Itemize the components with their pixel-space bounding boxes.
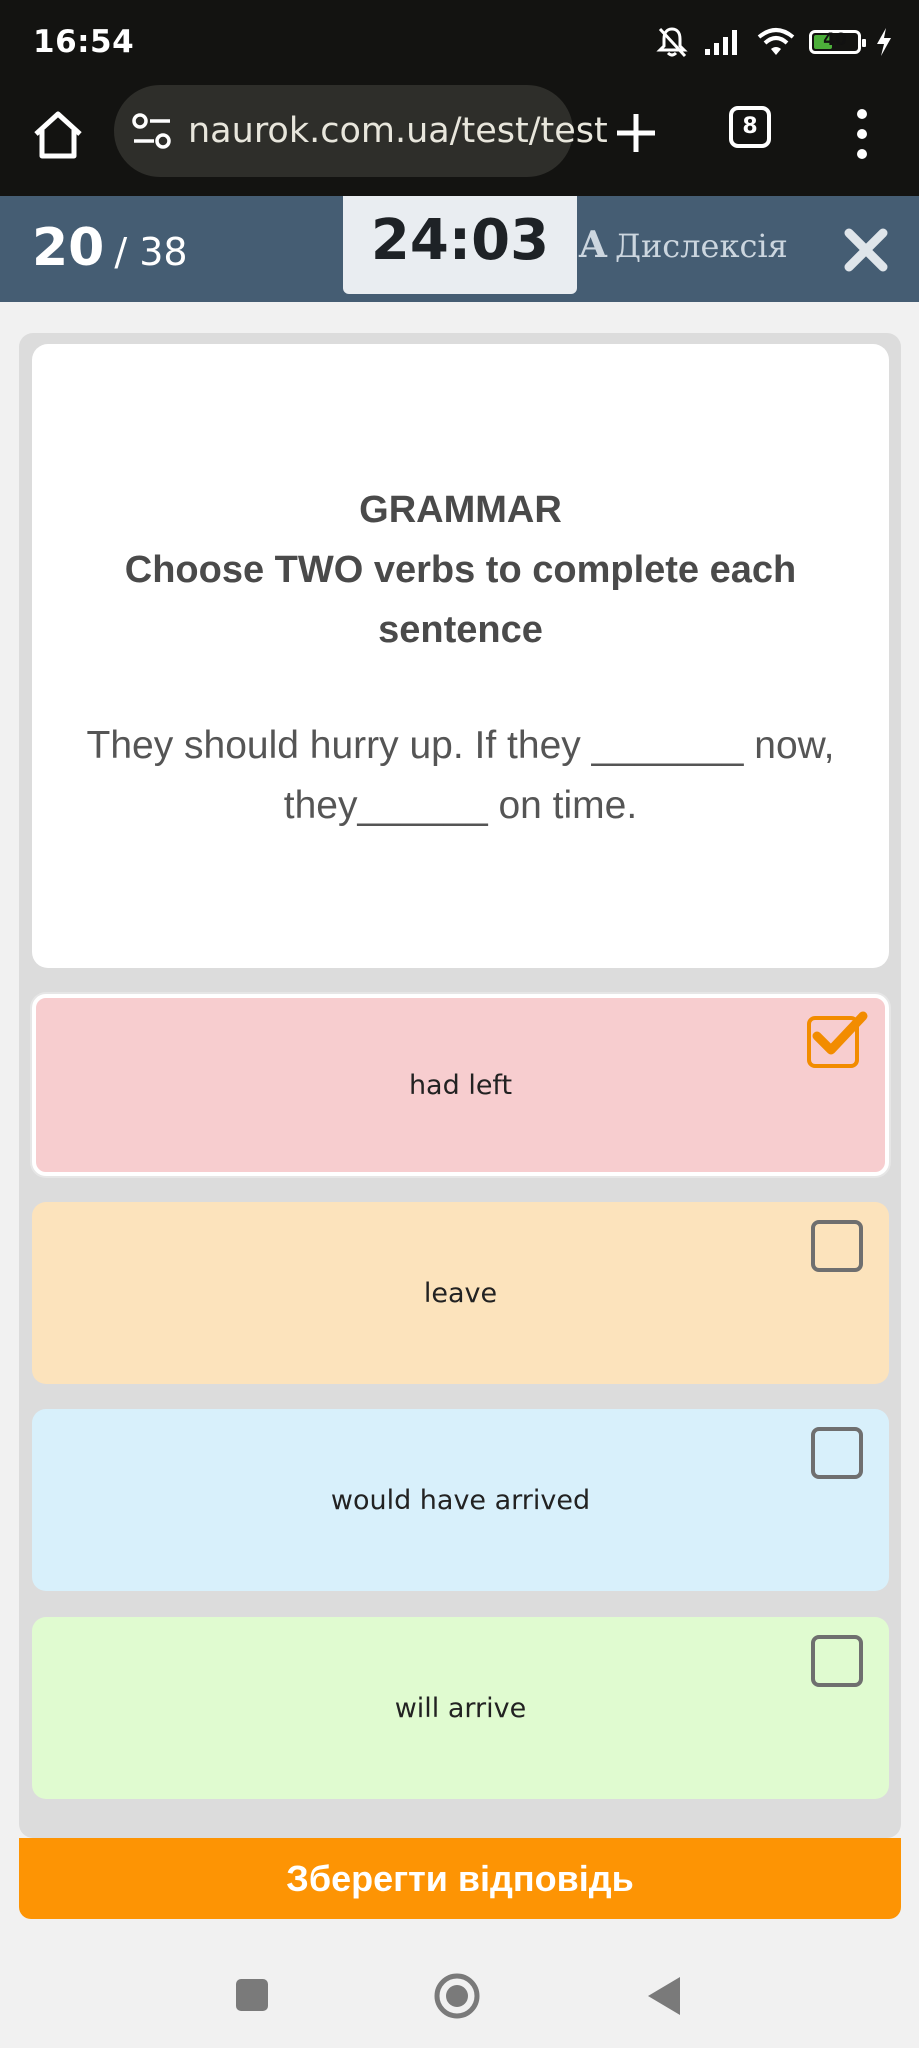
answer-option-will-arrive[interactable]: will arrive (32, 1617, 889, 1799)
battery-percent: 40 (823, 30, 847, 50)
answer-checkbox-checked[interactable] (807, 1011, 868, 1068)
dyslexia-font-icon: A (579, 224, 607, 266)
status-bar: 16:54 40 (0, 0, 919, 82)
status-time: 16:54 (33, 24, 135, 60)
quiz-header: 20/ 38 24:03 A Дислексія (0, 196, 919, 302)
recent-apps-icon[interactable] (234, 1977, 270, 2013)
timer: 24:03 (343, 196, 577, 294)
android-nav-bar (0, 1950, 919, 2048)
site-settings-icon[interactable] (132, 113, 172, 149)
question-heading-line1: GRAMMAR (359, 489, 562, 531)
back-nav-icon[interactable] (644, 1974, 684, 2018)
dyslexia-toggle[interactable]: A Дислексія (579, 224, 788, 266)
answer-checkbox[interactable] (811, 1220, 863, 1272)
status-icons: 40 (655, 24, 893, 60)
home-icon[interactable] (30, 106, 86, 162)
question-card: GRAMMAR Choose TWO verbs to complete eac… (32, 344, 889, 968)
close-icon[interactable] (843, 227, 889, 273)
url-text[interactable]: naurok.com.ua/test/test (188, 111, 608, 151)
mute-icon (656, 27, 688, 58)
question-heading-line2: Choose TWO verbs to complete each senten… (124, 549, 797, 651)
answer-checkbox[interactable] (811, 1635, 863, 1687)
answer-checkbox[interactable] (811, 1427, 863, 1479)
answer-option-label: will arrive (394, 1692, 527, 1724)
answer-option-had-left[interactable]: had left (32, 994, 889, 1176)
answer-option-leave[interactable]: leave (32, 1202, 889, 1384)
current-question-number: 20 (32, 218, 105, 278)
total-questions: / 38 (114, 230, 188, 274)
answer-option-label: leave (423, 1277, 498, 1309)
new-tab-icon[interactable] (611, 108, 661, 158)
signal-icon (705, 30, 737, 55)
answer-option-label: had left (408, 1069, 513, 1101)
question-counter: 20/ 38 (32, 218, 188, 278)
question-sentence: They should hurry up. If they _______ no… (86, 724, 835, 827)
tab-switcher-button[interactable]: 8 (729, 106, 771, 148)
answer-option-label: would have arrived (330, 1484, 591, 1516)
address-bar[interactable]: naurok.com.ua/test/test (114, 85, 608, 177)
home-nav-icon[interactable] (433, 1972, 481, 2020)
save-answer-button[interactable]: Зберегти відповідь (19, 1838, 901, 1919)
answer-option-would-have-arrived[interactable]: would have arrived (32, 1409, 889, 1591)
more-menu-icon[interactable] (852, 106, 872, 162)
question-heading: GRAMMAR Choose TWO verbs to complete eac… (72, 480, 849, 660)
checkmark-icon (812, 1011, 868, 1055)
wifi-icon (757, 28, 795, 55)
charging-icon (877, 28, 891, 56)
battery-icon: 40 (809, 30, 866, 54)
dyslexia-label: Дислексія (614, 227, 788, 265)
browser-toolbar: naurok.com.ua/test/test 8 (0, 82, 919, 196)
